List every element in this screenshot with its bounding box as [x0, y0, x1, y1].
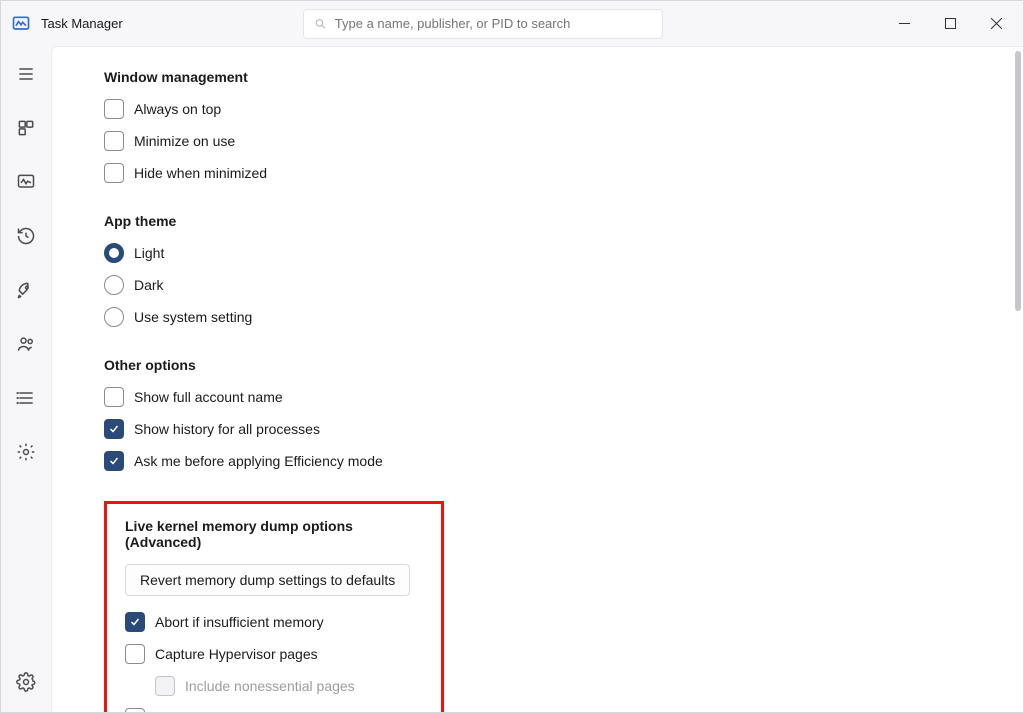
startup-icon[interactable] [6, 272, 46, 308]
titlebar: Task Manager [1, 1, 1023, 46]
checkbox-capture-user-pages[interactable] [125, 708, 145, 712]
close-button[interactable] [973, 8, 1019, 40]
search-input[interactable] [335, 16, 652, 31]
label-minimize-on-use: Minimize on use [134, 133, 235, 149]
search-icon [314, 17, 327, 31]
section-title-app-theme: App theme [104, 213, 993, 229]
label-theme-light: Light [134, 245, 164, 261]
label-show-history: Show history for all processes [134, 421, 320, 437]
performance-icon[interactable] [6, 164, 46, 200]
checkbox-abort-insufficient[interactable] [125, 612, 145, 632]
label-include-nonessential: Include nonessential pages [185, 678, 355, 694]
section-title-window-management: Window management [104, 69, 993, 85]
hamburger-icon[interactable] [6, 56, 46, 92]
radio-theme-system[interactable] [104, 307, 124, 327]
app-title: Task Manager [41, 16, 123, 31]
radio-theme-light[interactable] [104, 243, 124, 263]
checkbox-hide-when-minimized[interactable] [104, 163, 124, 183]
label-theme-dark: Dark [134, 277, 164, 293]
app-icon [11, 14, 31, 34]
processes-icon[interactable] [6, 110, 46, 146]
checkbox-ask-efficiency[interactable] [104, 451, 124, 471]
checkbox-capture-hypervisor[interactable] [125, 644, 145, 664]
users-icon[interactable] [6, 326, 46, 362]
sidebar [1, 46, 51, 712]
label-full-account: Show full account name [134, 389, 283, 405]
checkbox-minimize-on-use[interactable] [104, 131, 124, 151]
label-always-on-top: Always on top [134, 101, 221, 117]
checkbox-full-account[interactable] [104, 387, 124, 407]
revert-defaults-button[interactable]: Revert memory dump settings to defaults [125, 564, 410, 596]
services-icon[interactable] [6, 434, 46, 470]
label-theme-system: Use system setting [134, 309, 252, 325]
label-capture-hypervisor: Capture Hypervisor pages [155, 646, 318, 662]
task-manager-window: Task Manager [0, 0, 1024, 713]
scrollbar[interactable] [1015, 51, 1021, 708]
settings-content: Window management Always on top Minimize… [51, 46, 1023, 712]
details-icon[interactable] [6, 380, 46, 416]
history-icon[interactable] [6, 218, 46, 254]
label-abort-insufficient: Abort if insufficient memory [155, 614, 324, 630]
checkbox-include-nonessential [155, 676, 175, 696]
label-ask-efficiency: Ask me before applying Efficiency mode [134, 453, 383, 469]
search-box[interactable] [303, 9, 663, 39]
label-hide-when-minimized: Hide when minimized [134, 165, 267, 181]
checkbox-always-on-top[interactable] [104, 99, 124, 119]
highlight-box: Live kernel memory dump options (Advance… [104, 501, 444, 712]
section-title-other-options: Other options [104, 357, 993, 373]
minimize-button[interactable] [881, 8, 927, 40]
settings-icon[interactable] [6, 664, 46, 700]
scrollbar-thumb[interactable] [1015, 51, 1021, 311]
section-title-dump-options: Live kernel memory dump options (Advance… [125, 518, 423, 550]
label-capture-user-pages: Capture user pages [155, 710, 278, 712]
checkbox-show-history[interactable] [104, 419, 124, 439]
radio-theme-dark[interactable] [104, 275, 124, 295]
maximize-button[interactable] [927, 8, 973, 40]
